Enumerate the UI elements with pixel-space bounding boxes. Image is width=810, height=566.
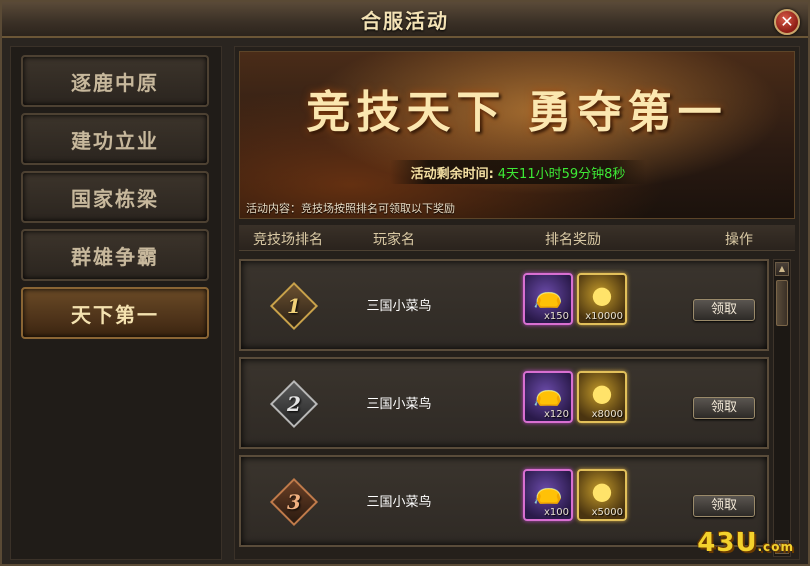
gold-ingot-icon: ● bbox=[591, 281, 613, 309]
header-player: 玩家名 bbox=[373, 232, 415, 248]
blue-bag-icon: 👝 bbox=[533, 281, 563, 309]
table-row: 1 三国小菜鸟 👝 x150 ● x10000 领取 bbox=[239, 259, 769, 351]
close-button[interactable]: ✕ bbox=[774, 9, 800, 35]
countdown-value: 4天11小时59分钟8秒 bbox=[497, 166, 626, 182]
sidebar-item-label: 国家栋梁 bbox=[71, 186, 159, 211]
claim-button[interactable]: 领取 bbox=[693, 299, 755, 321]
sidebar-item-qunxiong-zhengba[interactable]: 群雄争霸 bbox=[21, 229, 209, 281]
header-reward: 排名奖励 bbox=[545, 232, 601, 248]
sidebar-item-label: 建功立业 bbox=[71, 128, 159, 153]
player-name: 三国小菜鸟 bbox=[366, 495, 432, 510]
activity-content: 竞技天下 勇夺第一 活动剩余时间: 4天11小时59分钟8秒 活动内容：竞技场按… bbox=[234, 46, 800, 560]
rank-number: 1 bbox=[287, 294, 301, 318]
claim-button[interactable]: 领取 bbox=[693, 495, 755, 517]
reward-count: x100 bbox=[543, 507, 569, 518]
site-watermark-logo: 43U.com bbox=[697, 528, 794, 558]
table-row: 2 三国小菜鸟 👝 x120 ● x8000 领取 bbox=[239, 357, 769, 449]
sidebar-item-tianxia-diyi[interactable]: 天下第一 bbox=[21, 287, 209, 339]
player-name: 三国小菜鸟 bbox=[366, 397, 432, 412]
reward-item-gold[interactable]: ● x8000 bbox=[577, 371, 627, 423]
player-name: 三国小菜鸟 bbox=[366, 299, 432, 314]
scroll-up-arrow-icon[interactable]: ▲ bbox=[775, 262, 789, 276]
reward-table-header: 竞技场排名 玩家名 排名奖励 操作 bbox=[239, 225, 795, 251]
sidebar-item-zhulu-zhongyuan[interactable]: 逐鹿中原 bbox=[21, 55, 209, 107]
table-row: 3 三国小菜鸟 👝 x100 ● x5000 领取 bbox=[239, 455, 769, 547]
rank-number: 3 bbox=[287, 490, 301, 514]
reward-count: x8000 bbox=[591, 409, 623, 420]
gold-ingot-icon: ● bbox=[591, 477, 613, 505]
reward-item-bag[interactable]: 👝 x150 bbox=[523, 273, 573, 325]
reward-count: x10000 bbox=[585, 311, 623, 322]
window-title: 合服活动 bbox=[361, 8, 449, 33]
reward-count: x5000 bbox=[591, 507, 623, 518]
blue-bag-icon: 👝 bbox=[533, 379, 563, 407]
reward-item-gold[interactable]: ● x10000 bbox=[577, 273, 627, 325]
sidebar-item-label: 逐鹿中原 bbox=[71, 70, 159, 95]
watermark-suffix: .com bbox=[757, 540, 794, 554]
reward-list: 1 三国小菜鸟 👝 x150 ● x10000 领取 2 三国小菜鸟 👝 x12… bbox=[239, 255, 771, 557]
gold-ingot-icon: ● bbox=[591, 379, 613, 407]
reward-count: x120 bbox=[543, 409, 569, 420]
blue-bag-icon: 👝 bbox=[533, 477, 563, 505]
merge-server-activity-window: 合服活动 ✕ 逐鹿中原 建功立业 国家栋梁 群雄争霸 天下第一 竞技天下 勇夺第… bbox=[0, 0, 810, 566]
activity-banner: 竞技天下 勇夺第一 活动剩余时间: 4天11小时59分钟8秒 活动内容：竞技场按… bbox=[239, 51, 795, 219]
reward-item-bag[interactable]: 👝 x120 bbox=[523, 371, 573, 423]
header-action: 操作 bbox=[725, 232, 753, 248]
sidebar-item-label: 群雄争霸 bbox=[71, 244, 159, 269]
countdown: 活动剩余时间: 4天11小时59分钟8秒 bbox=[390, 160, 646, 184]
watermark-text: 43U bbox=[697, 528, 758, 558]
reward-item-gold[interactable]: ● x5000 bbox=[577, 469, 627, 521]
reward-item-bag[interactable]: 👝 x100 bbox=[523, 469, 573, 521]
header-rank: 竞技场排名 bbox=[253, 232, 323, 248]
activity-sidebar: 逐鹿中原 建功立业 国家栋梁 群雄争霸 天下第一 bbox=[10, 46, 222, 560]
sidebar-item-label: 天下第一 bbox=[71, 302, 159, 327]
reward-count: x150 bbox=[543, 311, 569, 322]
close-icon: ✕ bbox=[780, 12, 794, 31]
list-scrollbar[interactable]: ▲ ▼ bbox=[773, 259, 791, 557]
rank-number: 2 bbox=[287, 392, 301, 416]
scroll-thumb[interactable] bbox=[776, 280, 788, 326]
banner-slogan: 竞技天下 勇夺第一 bbox=[306, 87, 728, 138]
countdown-label: 活动剩余时间: bbox=[410, 166, 494, 182]
sidebar-item-guojia-dongliang[interactable]: 国家栋梁 bbox=[21, 171, 209, 223]
title-bar: 合服活动 ✕ bbox=[2, 2, 808, 38]
claim-button[interactable]: 领取 bbox=[693, 397, 755, 419]
activity-description: 活动内容：竞技场按照排名可领取以下奖励 bbox=[246, 202, 455, 215]
sidebar-item-jiangong-liye[interactable]: 建功立业 bbox=[21, 113, 209, 165]
